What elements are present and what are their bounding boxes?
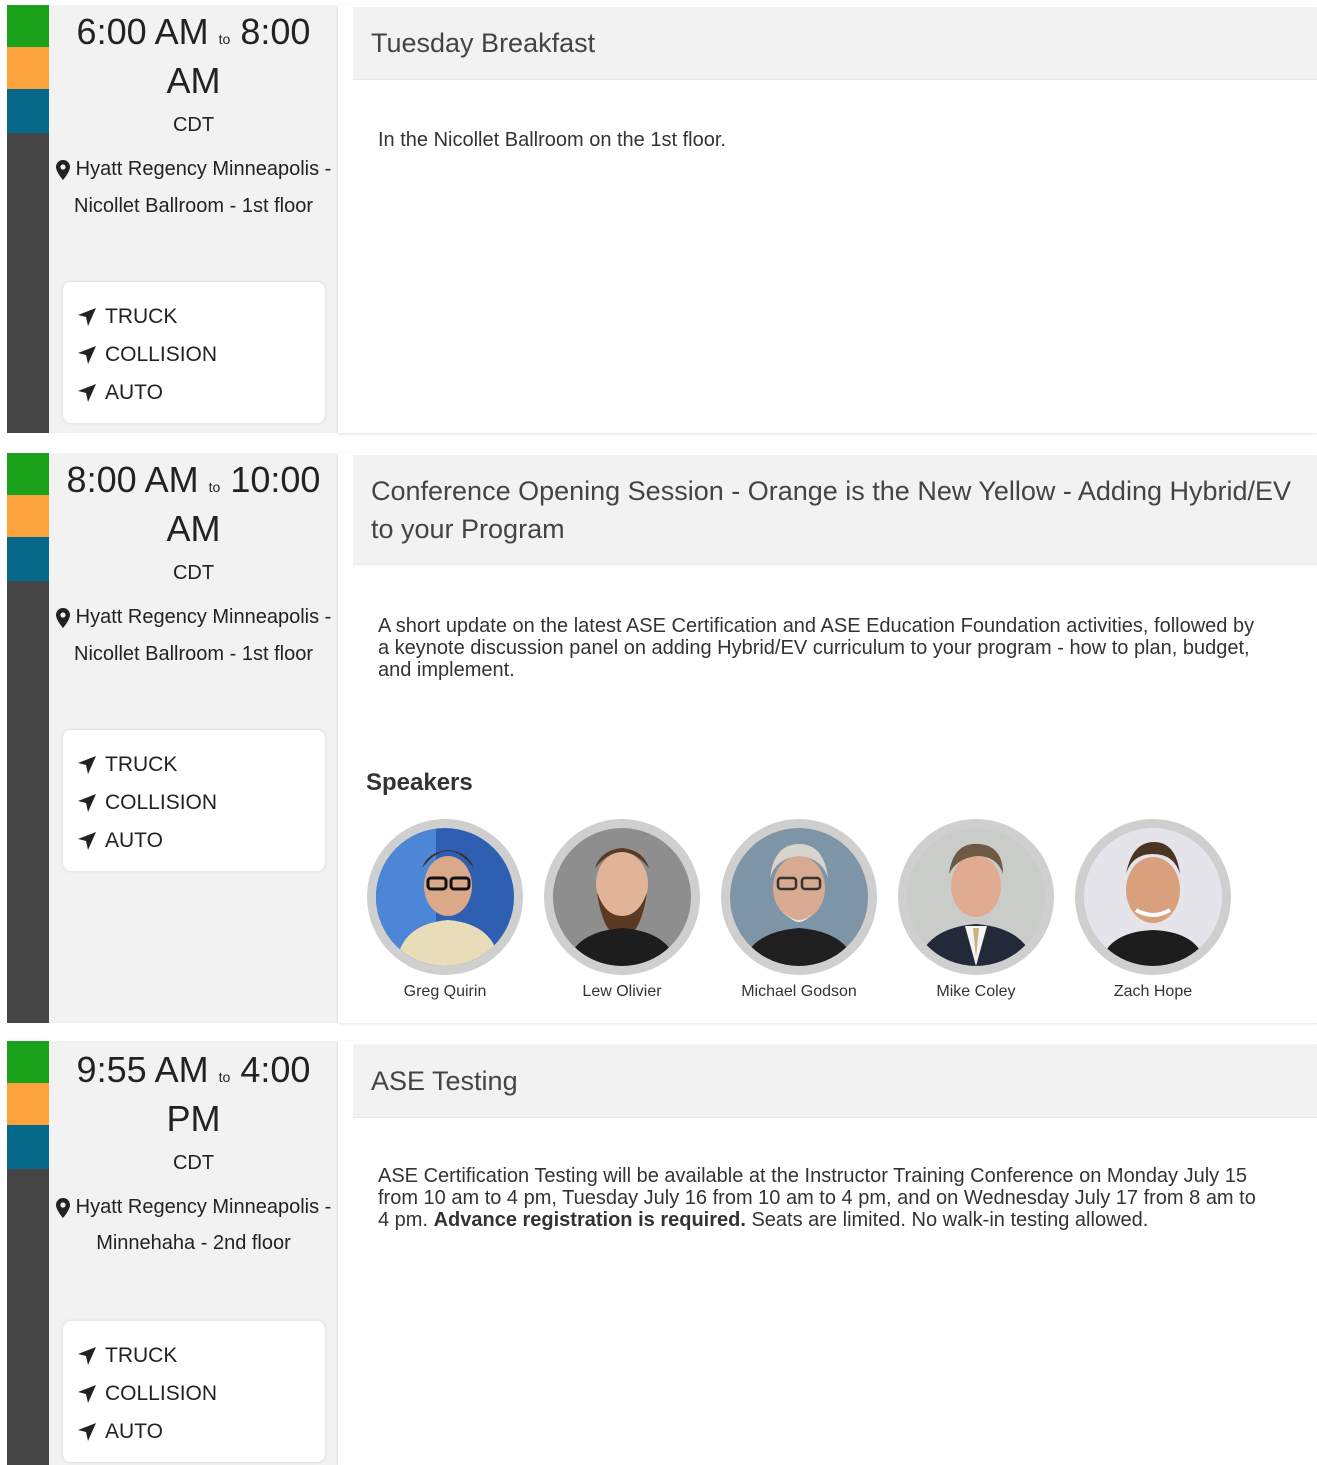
- speakers-heading: Speakers: [366, 769, 473, 796]
- track-color-bar: [7, 1041, 49, 1465]
- time-separator: to: [218, 31, 231, 47]
- speaker-card[interactable]: Michael Godson: [711, 819, 887, 1001]
- session-detail-panel: Tuesday Breakfast In the Nicollet Ballro…: [338, 5, 1317, 433]
- location-text: Hyatt Regency Minneapolis - Minnehaha - …: [75, 1196, 332, 1254]
- color-swatch-teal: [7, 89, 49, 133]
- session-card: 6:00 AM to 8:00 AM CDT Hyatt Regency Min…: [0, 5, 1317, 433]
- navigation-arrow-icon: [78, 1423, 96, 1441]
- speaker-photo: [376, 828, 514, 966]
- speaker-name: Greg Quirin: [403, 983, 487, 1000]
- navigation-arrow-icon: [78, 308, 96, 326]
- session-title[interactable]: Tuesday Breakfast: [353, 7, 1317, 80]
- track-item-auto[interactable]: AUTO: [77, 374, 325, 412]
- track-list: TRUCK COLLISION AUTO: [63, 1321, 325, 1462]
- track-item-truck[interactable]: TRUCK: [77, 746, 325, 784]
- session-location[interactable]: Hyatt Regency Minneapolis - Minnehaha - …: [49, 1189, 338, 1261]
- color-swatch-green: [7, 1041, 49, 1083]
- session-description: In the Nicollet Ballroom on the 1st floo…: [378, 129, 726, 151]
- session-detail-panel: Conference Opening Session - Orange is t…: [338, 453, 1317, 1023]
- navigation-arrow-icon: [78, 794, 96, 812]
- speaker-name: Lew Olivier: [582, 983, 662, 1000]
- track-label: COLLISION: [105, 343, 218, 366]
- color-swatch-orange: [7, 1083, 49, 1125]
- map-pin-icon: [55, 607, 70, 628]
- timezone: CDT: [172, 114, 215, 136]
- session-description: ASE Certification Testing will be availa…: [378, 1165, 1257, 1231]
- start-time: 6:00 AM: [76, 11, 209, 52]
- track-label: TRUCK: [105, 753, 178, 776]
- track-item-collision[interactable]: COLLISION: [77, 336, 325, 374]
- speaker-photo: [907, 828, 1045, 966]
- color-swatch-orange: [7, 47, 49, 89]
- navigation-arrow-icon: [78, 832, 96, 850]
- speaker-photo: [1084, 828, 1222, 966]
- speaker-card[interactable]: Lew Olivier: [534, 819, 710, 1001]
- location-text: Hyatt Regency Minneapolis - Nicollet Bal…: [74, 606, 332, 665]
- session-info-panel: 6:00 AM to 8:00 AM CDT Hyatt Regency Min…: [49, 5, 338, 433]
- session-location[interactable]: Hyatt Regency Minneapolis - Nicollet Bal…: [49, 151, 338, 225]
- navigation-arrow-icon: [78, 1347, 96, 1365]
- timezone: CDT: [172, 562, 215, 584]
- track-item-auto[interactable]: AUTO: [77, 1413, 325, 1451]
- location-text: Hyatt Regency Minneapolis - Nicollet Bal…: [74, 158, 332, 217]
- timezone: CDT: [172, 1152, 215, 1174]
- speaker-name: Michael Godson: [741, 983, 857, 1000]
- track-color-bar: [7, 453, 49, 1023]
- description-text-end: Seats are limited. No walk-in testing al…: [745, 1209, 1149, 1231]
- time-separator: to: [218, 1069, 231, 1085]
- speaker-name: Zach Hope: [1113, 983, 1193, 1000]
- track-item-truck[interactable]: TRUCK: [77, 1337, 325, 1375]
- speaker-photo: [553, 828, 691, 966]
- color-swatch-green: [7, 5, 49, 47]
- track-label: TRUCK: [105, 1344, 178, 1367]
- session-title-text: Tuesday Breakfast: [371, 28, 596, 58]
- session-title-text: Conference Opening Session - Orange is t…: [371, 475, 1292, 544]
- start-time: 8:00 AM: [66, 459, 199, 500]
- track-label: AUTO: [105, 1420, 163, 1443]
- color-swatch-green: [7, 453, 49, 495]
- session-time: 6:00 AM to 8:00 AM: [49, 5, 338, 102]
- session-title[interactable]: ASE Testing: [353, 1044, 1317, 1118]
- map-pin-icon: [55, 1197, 70, 1218]
- session-title-text: ASE Testing: [371, 1065, 518, 1096]
- navigation-arrow-icon: [78, 1385, 96, 1403]
- speaker-photo: [730, 828, 868, 966]
- track-color-bar: [7, 5, 49, 433]
- track-label: AUTO: [105, 381, 163, 404]
- session-title[interactable]: Conference Opening Session - Orange is t…: [353, 455, 1317, 565]
- track-label: TRUCK: [105, 305, 178, 328]
- session-card: 8:00 AM to 10:00 AM CDT Hyatt Regency Mi…: [0, 453, 1317, 1023]
- track-label: COLLISION: [105, 791, 218, 814]
- track-item-collision[interactable]: COLLISION: [77, 784, 325, 822]
- track-list: TRUCK COLLISION AUTO: [63, 282, 325, 423]
- start-time: 9:55 AM: [76, 1049, 209, 1090]
- description-bold: Advance registration is required.: [433, 1209, 746, 1231]
- speaker-card[interactable]: Zach Hope: [1065, 819, 1241, 1001]
- track-item-auto[interactable]: AUTO: [77, 822, 325, 860]
- navigation-arrow-icon: [78, 346, 96, 364]
- session-description: A short update on the latest ASE Certifi…: [378, 615, 1255, 681]
- session-card: 9:55 AM to 4:00 PM CDT Hyatt Regency Min…: [0, 1041, 1317, 1465]
- track-item-collision[interactable]: COLLISION: [77, 1375, 325, 1413]
- speaker-card[interactable]: Mike Coley: [888, 819, 1064, 1001]
- color-swatch-teal: [7, 537, 49, 581]
- navigation-arrow-icon: [78, 384, 96, 402]
- session-detail-panel: ASE Testing ASE Certification Testing wi…: [338, 1041, 1317, 1465]
- color-swatch-orange: [7, 495, 49, 537]
- navigation-arrow-icon: [78, 756, 96, 774]
- session-time: 8:00 AM to 10:00 AM: [49, 453, 338, 550]
- session-location[interactable]: Hyatt Regency Minneapolis - Nicollet Bal…: [49, 599, 338, 673]
- color-swatch-teal: [7, 1125, 49, 1169]
- speaker-card[interactable]: Greg Quirin: [357, 819, 533, 1001]
- session-time: 9:55 AM to 4:00 PM: [49, 1041, 338, 1140]
- track-label: COLLISION: [105, 1382, 218, 1405]
- track-item-truck[interactable]: TRUCK: [77, 298, 325, 336]
- map-pin-icon: [55, 159, 70, 180]
- track-list: TRUCK COLLISION AUTO: [63, 730, 325, 871]
- track-label: AUTO: [105, 829, 163, 852]
- speaker-name: Mike Coley: [936, 983, 1016, 1000]
- session-info-panel: 9:55 AM to 4:00 PM CDT Hyatt Regency Min…: [49, 1041, 338, 1465]
- session-info-panel: 8:00 AM to 10:00 AM CDT Hyatt Regency Mi…: [49, 453, 338, 1023]
- time-separator: to: [208, 479, 221, 495]
